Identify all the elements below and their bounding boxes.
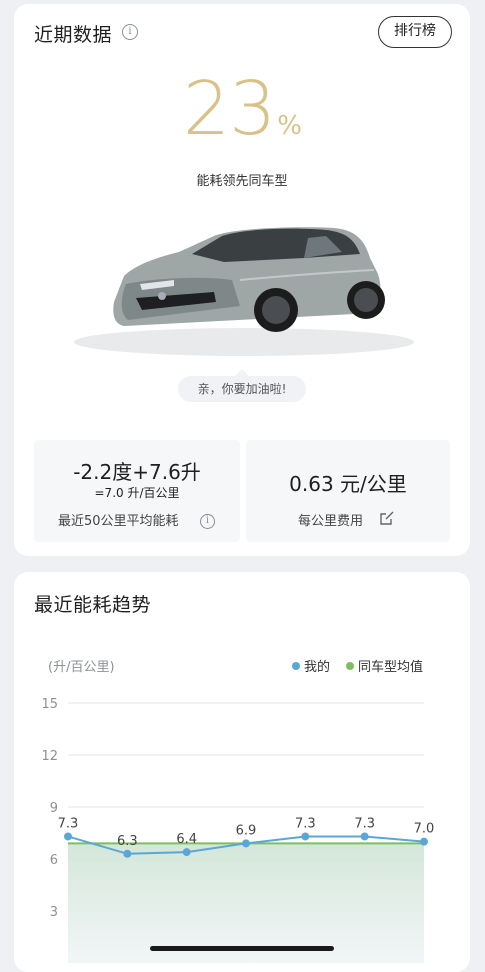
avg-consumption-main: -2.2度+7.6升 — [73, 460, 201, 484]
percent-value: 23 — [183, 66, 276, 152]
cost-per-km-value: 0.63 元/公里 — [289, 472, 407, 496]
recent-data-card: 近期数据 i 排行榜 23% 能耗领先同车型 亲，你要加油啦! -2.2度+7.… — [14, 4, 470, 556]
cost-per-km-label: 每公里费用 — [298, 514, 364, 529]
mine-point[interactable] — [420, 837, 428, 846]
data-label: 6.3 — [117, 834, 138, 849]
data-label: 7.3 — [295, 816, 316, 831]
mine-point[interactable] — [182, 848, 191, 857]
data-label: 7.3 — [58, 816, 79, 831]
y-tick-label: 6 — [50, 853, 58, 868]
y-tick-label: 3 — [50, 905, 58, 920]
percent-display: 23% — [14, 66, 470, 152]
mine-point[interactable] — [360, 832, 369, 841]
home-indicator[interactable] — [150, 946, 334, 951]
avg-consumption-equivalent: =7.0 升/百公里 — [94, 486, 180, 500]
edit-icon[interactable] — [380, 511, 394, 525]
mine-point[interactable] — [64, 832, 72, 841]
consumption-trend-chart: 15 12 9 6 3 7.3 6.3 6.4 6.9 7.3 7.3 7.0 — [41, 697, 435, 963]
data-label: 7.3 — [354, 816, 375, 831]
percent-sign: % — [277, 111, 302, 141]
cost-per-km-box[interactable]: 0.63 元/公里 每公里费用 — [246, 440, 450, 542]
mine-point[interactable] — [123, 849, 132, 858]
data-label: 6.4 — [176, 832, 197, 847]
percent-subtitle: 能耗领先同车型 — [196, 174, 288, 189]
recent-data-title: 近期数据 — [34, 24, 113, 46]
avg-consumption-label: 最近50公里平均能耗 — [58, 514, 179, 529]
car-image — [74, 227, 414, 356]
encourage-bubble: 亲，你要加油啦! — [178, 369, 306, 402]
trend-card: 最近能耗趋势 (升/百公里) 我的 同车型均值 15 12 9 6 3 7.3 6.3 6.4… — [14, 572, 470, 972]
y-tick-label: 9 — [50, 801, 58, 816]
data-label: 6.9 — [236, 823, 257, 838]
y-tick-label: 12 — [41, 749, 58, 764]
mine-point[interactable] — [242, 839, 250, 848]
data-label: 7.0 — [414, 822, 435, 837]
avg-consumption-box[interactable]: -2.2度+7.6升 =7.0 升/百公里 最近50公里平均能耗 i — [34, 440, 240, 542]
y-tick-label: 15 — [41, 697, 58, 712]
info-icon[interactable]: i — [122, 24, 138, 40]
ranking-button[interactable]: 排行榜 — [378, 16, 452, 48]
info-icon[interactable]: i — [200, 514, 215, 529]
mine-point[interactable] — [301, 832, 310, 841]
